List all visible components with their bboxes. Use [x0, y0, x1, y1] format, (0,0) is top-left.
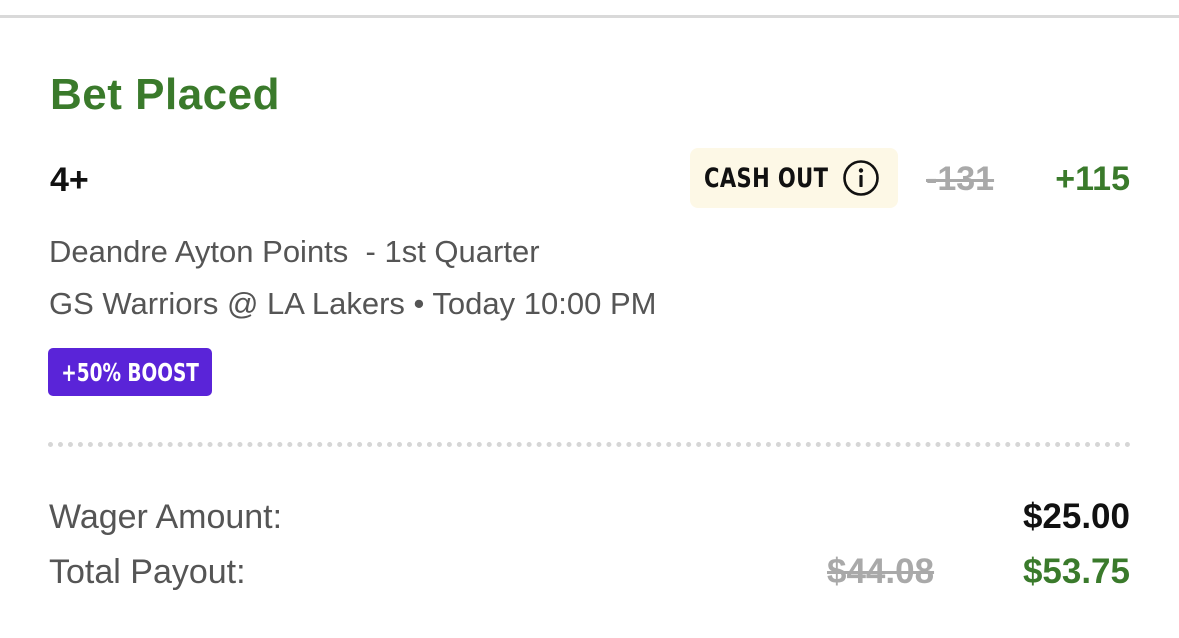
original-payout: $44.08 — [827, 552, 935, 591]
cash-out-button[interactable]: CASH OUT — [690, 148, 898, 208]
boost-badge: +50% BOOST — [48, 348, 212, 396]
wager-amount-value: $25.00 — [1022, 497, 1130, 536]
bet-receipt-card: Bet Placed 4+ CASH OUT -131 +115 Deandre… — [0, 0, 1179, 638]
boosted-payout: $53.75 — [1022, 552, 1130, 591]
bet-status-title: Bet Placed — [50, 70, 280, 119]
event-info: GS Warriors @ LA Lakers • Today 10:00 PM — [49, 286, 657, 321]
cash-out-label: CASH OUT — [704, 162, 829, 194]
wager-amount-label: Wager Amount: — [49, 498, 283, 536]
boost-badge-label: +50% BOOST — [61, 357, 199, 387]
market-description: Deandre Ayton Points - 1st Quarter — [49, 234, 540, 269]
boosted-odds: +115 — [1055, 160, 1130, 198]
info-icon[interactable] — [842, 159, 880, 197]
total-payout-label: Total Payout: — [49, 553, 246, 591]
bet-selection: 4+ — [50, 161, 89, 199]
dotted-divider — [48, 442, 1131, 447]
original-odds: -131 — [926, 160, 995, 198]
top-divider — [0, 15, 1179, 18]
